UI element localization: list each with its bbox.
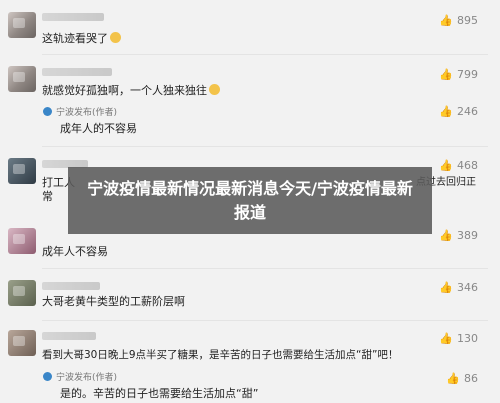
comment-text: 就感觉好孤独啊，一个人独来独往 — [42, 84, 220, 98]
comment-text: 大哥老黄牛类型的工薪阶层啊 — [42, 295, 185, 308]
like-button[interactable]: 👍 895 — [439, 14, 478, 28]
username-placeholder — [42, 13, 104, 21]
comment-feed: 这轨迹看哭了 👍 895 就感觉好孤独啊，一个人独来独往 👍 799 宁波发布(作者… — [0, 0, 500, 403]
username-placeholder — [42, 332, 96, 340]
avatar[interactable] — [8, 228, 36, 254]
avatar[interactable] — [8, 280, 36, 306]
author-avatar-icon — [43, 372, 52, 381]
comment-text: 成年人不容易 — [42, 245, 108, 258]
divider — [42, 146, 488, 147]
like-button[interactable]: 👍 246 — [439, 105, 478, 119]
comment-text-continued: 常 — [42, 190, 53, 203]
thumbs-up-icon: 👍 — [439, 281, 453, 294]
like-button[interactable]: 👍 130 — [439, 332, 478, 346]
thumbs-up-icon: 👍 — [439, 14, 453, 27]
overlay-title: 宁波疫情最新情况最新消息今天/宁波疫情最新报道 — [87, 178, 413, 222]
avatar[interactable] — [8, 330, 36, 356]
author-avatar-icon — [43, 107, 52, 116]
divider — [42, 268, 488, 269]
avatar[interactable] — [8, 66, 36, 92]
reply-like-button[interactable]: 👍 86 — [446, 372, 478, 386]
like-button[interactable]: 👍 468 — [439, 159, 478, 173]
like-button[interactable]: 👍 346 — [439, 281, 478, 295]
thumbs-up-icon: 👍 — [439, 332, 453, 345]
reply-text: 成年人的不容易 — [60, 122, 137, 135]
divider — [42, 320, 488, 321]
comment-text: 这轨迹看哭了 — [42, 32, 121, 46]
reply-author[interactable]: 宁波发布(作者) — [43, 107, 117, 119]
avatar[interactable] — [8, 12, 36, 38]
reply-text: 是的。辛苦的日子也需要给生活加点“甜” — [60, 387, 259, 400]
title-overlay: 宁波疫情最新情况最新消息今天/宁波疫情最新报道 — [68, 167, 432, 234]
thumbs-up-icon: 👍 — [439, 229, 453, 242]
like-button[interactable]: 👍 389 — [439, 229, 478, 243]
comment-text: 看到大哥30日晚上9点半买了糖果，是辛苦的日子也需要给生活加点“甜”吧！ — [42, 349, 399, 361]
like-button[interactable]: 👍 799 — [439, 68, 478, 82]
thumbs-up-icon: 👍 — [439, 105, 453, 118]
reply-author[interactable]: 宁波发布(作者) — [43, 372, 117, 384]
thumbs-up-icon: 👍 — [446, 372, 460, 385]
username-placeholder — [42, 282, 100, 290]
divider — [42, 54, 488, 55]
crying-emoji-icon — [110, 32, 121, 43]
avatar[interactable] — [8, 158, 36, 184]
thumbs-up-icon: 👍 — [439, 159, 453, 172]
thumbs-up-icon: 👍 — [439, 68, 453, 81]
username-placeholder — [42, 68, 112, 76]
sad-emoji-icon — [209, 84, 220, 95]
